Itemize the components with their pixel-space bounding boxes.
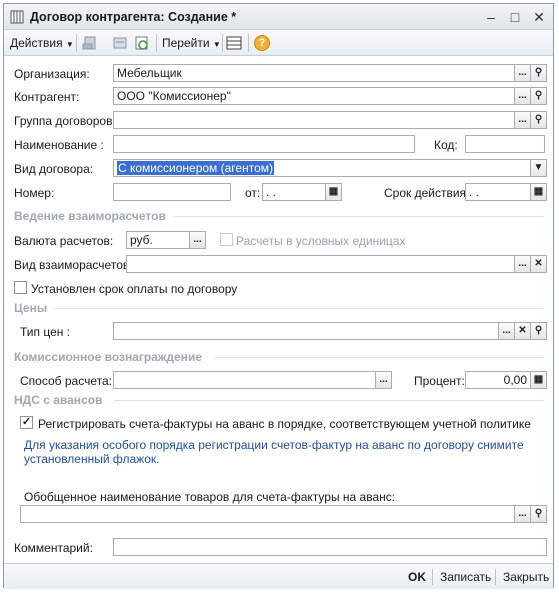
refresh-icon[interactable] (134, 35, 150, 51)
ellipsis-icon[interactable]: ... (515, 87, 531, 105)
ellipsis-icon[interactable]: ... (190, 231, 206, 249)
bottom-divider (432, 569, 433, 585)
counterparty-label: Контрагент: (14, 90, 80, 104)
help-icon[interactable]: ? (254, 35, 270, 51)
goto-menu-label: Перейти (162, 36, 210, 50)
maximize-button[interactable]: □ (506, 8, 524, 26)
calc-method-field[interactable] (113, 371, 376, 389)
actions-menu[interactable]: Действия ▼ (10, 34, 74, 52)
percent-label: Процент: (414, 374, 465, 388)
structure-icon[interactable] (226, 35, 242, 51)
save-button[interactable]: Записать (440, 570, 491, 584)
price-type-field[interactable] (113, 322, 499, 340)
vat-section-title: НДС с авансов (14, 393, 103, 407)
name-field[interactable] (113, 135, 415, 153)
toolbar-divider (76, 34, 77, 52)
contract-type-value: С комиссионером (агентом) (117, 161, 274, 175)
payment-term-label: Установлен срок оплаты по договору (31, 282, 238, 296)
window-title: Договор контрагента: Создание * (30, 10, 237, 24)
organization-field[interactable]: Мебельщик (113, 64, 515, 82)
date-from-field[interactable]: . . (262, 183, 326, 201)
search-icon[interactable]: ⚲ (531, 505, 547, 523)
section-divider (114, 400, 544, 401)
toolbar-divider (222, 34, 223, 52)
settlement-type-label: Вид взаиморасчетов: (14, 258, 133, 272)
toolbar: Действия ▼ Перейти ▼ ? (4, 30, 553, 56)
goods-name-field[interactable] (20, 505, 515, 523)
date-from-label: от: (245, 186, 261, 200)
name-label: Наименование : (14, 138, 104, 152)
contract-window: Договор контрагента: Создание * – □ ✕ Де… (3, 3, 554, 589)
minimize-button[interactable]: – (482, 8, 500, 26)
close-window-button[interactable]: ✕ (530, 8, 548, 26)
contract-group-field[interactable] (113, 111, 515, 129)
number-field[interactable] (113, 183, 231, 201)
validity-label: Срок действия: (384, 186, 470, 200)
chevron-down-icon: ▼ (65, 40, 74, 49)
code-field[interactable] (465, 135, 545, 153)
price-type-label: Тип цен : (20, 325, 71, 339)
section-divider (214, 357, 544, 358)
clear-icon[interactable]: ✕ (531, 255, 547, 273)
toolbar-divider (248, 34, 249, 52)
commission-section-title: Комиссионное вознаграждение (14, 350, 203, 364)
chevron-down-icon: ▼ (212, 40, 221, 49)
code-label: Код: (434, 138, 458, 152)
conventional-units-checkbox[interactable] (220, 233, 233, 246)
ellipsis-icon[interactable]: ... (515, 64, 531, 82)
post-document-icon[interactable] (82, 35, 98, 51)
chevron-down-icon[interactable]: ▼ (531, 159, 547, 177)
edit-icon[interactable] (112, 35, 128, 51)
register-invoices-label: Регистрировать счета-фактуры на аванс в … (38, 417, 531, 431)
vat-note: Для указания особого порядка регистрации… (24, 438, 524, 466)
section-divider (54, 308, 544, 309)
goods-name-label: Обобщенное наименование товаров для счет… (24, 490, 396, 504)
prices-section-title: Цены (14, 301, 48, 315)
close-button[interactable]: Закрыть (503, 570, 549, 584)
calendar-icon[interactable]: ▦ (531, 183, 547, 201)
number-label: Номер: (14, 186, 55, 200)
clear-icon[interactable]: ✕ (515, 322, 531, 340)
organization-label: Организация: (14, 67, 90, 81)
document-icon (10, 10, 24, 24)
bottom-divider (495, 569, 496, 585)
currency-label: Валюта расчетов: (14, 234, 114, 248)
title-bar: Договор контрагента: Создание * – □ ✕ (4, 4, 553, 30)
ellipsis-icon[interactable]: ... (499, 322, 515, 340)
ellipsis-icon[interactable]: ... (376, 371, 392, 389)
section-divider (174, 216, 544, 217)
toolbar-divider (156, 34, 157, 52)
payment-term-checkbox[interactable] (14, 281, 27, 294)
search-icon[interactable]: ⚲ (531, 322, 547, 340)
settlements-section-title: Ведение взаиморасчетов (14, 209, 166, 223)
comment-field[interactable] (113, 538, 547, 556)
validity-field[interactable]: . . (465, 183, 531, 201)
ellipsis-icon[interactable]: ... (515, 111, 531, 129)
percent-field[interactable]: 0,00 (465, 371, 531, 389)
ok-button[interactable]: OK (408, 570, 426, 584)
ellipsis-icon[interactable]: ... (515, 505, 531, 523)
comment-label: Комментарий: (14, 541, 93, 555)
register-invoices-checkbox[interactable]: ✓ (20, 416, 33, 429)
calc-method-label: Способ расчета: (20, 374, 112, 388)
contract-group-label: Группа договоров: (14, 114, 116, 128)
calculator-icon[interactable]: ▦ (531, 371, 547, 389)
currency-field[interactable]: руб. (126, 231, 190, 249)
conventional-units-label: Расчеты в условных единицах (236, 234, 406, 248)
settlement-type-field[interactable] (126, 255, 515, 273)
search-icon[interactable]: ⚲ (531, 111, 547, 129)
bottom-bar: OK Записать Закрыть (4, 563, 553, 589)
actions-menu-label: Действия (10, 36, 63, 50)
contract-type-label: Вид договора: (14, 162, 94, 176)
ellipsis-icon[interactable]: ... (515, 255, 531, 273)
counterparty-field[interactable]: ООО "Комиссионер" (113, 87, 515, 105)
search-icon[interactable]: ⚲ (531, 64, 547, 82)
contract-type-select[interactable]: С комиссионером (агентом) (113, 159, 531, 177)
search-icon[interactable]: ⚲ (531, 87, 547, 105)
goto-menu[interactable]: Перейти ▼ (162, 34, 221, 52)
calendar-icon[interactable]: ▦ (326, 183, 342, 201)
